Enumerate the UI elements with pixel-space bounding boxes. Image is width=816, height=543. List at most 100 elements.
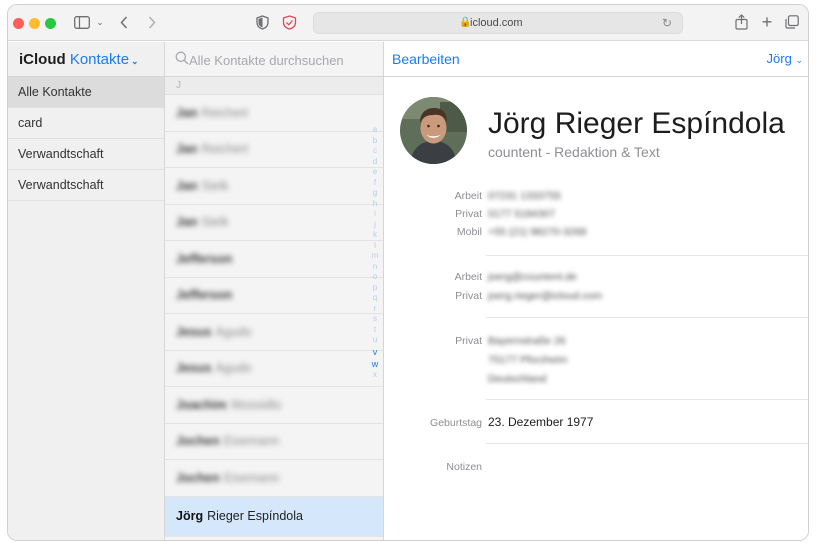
minimize-window-button[interactable] (29, 18, 40, 29)
phone-label-private: Privat (455, 208, 482, 220)
phone-label-work: Arbeit (454, 190, 482, 202)
contact-list: J Jan Reichert Jan Reichert Jan Sielk Jan Si… (165, 77, 384, 540)
index-letter-d[interactable]: d (373, 157, 377, 168)
sidebar-toggle-icon[interactable] (70, 12, 94, 32)
chevron-down-icon: ⌄ (795, 55, 803, 65)
close-window-button[interactable] (13, 18, 24, 29)
divider (486, 317, 808, 318)
back-icon[interactable] (116, 12, 132, 32)
index-letter-i[interactable]: i (374, 209, 376, 220)
address-line[interactable]: Bayernstraße 26 (488, 335, 566, 347)
index-letter-l[interactable]: l (374, 241, 376, 252)
birthday-value: 23. Dezember 1977 (488, 415, 594, 429)
group-item-card[interactable]: card (8, 108, 164, 139)
index-letter-w[interactable]: w (372, 358, 379, 370)
contact-row[interactable]: Jochen Eisemann (165, 424, 383, 460)
contact-row[interactable]: Jan Sielk (165, 205, 383, 241)
phone-value-mobile[interactable]: +55 (21) 98270-3268 (488, 226, 586, 238)
contact-last-name: Agudo (215, 361, 252, 376)
user-menu[interactable]: Jörg ⌄ (767, 51, 803, 66)
index-letter-n[interactable]: n (373, 262, 377, 273)
index-letter-q[interactable]: q (373, 293, 377, 304)
group-item-family[interactable]: Verwandtschaft (8, 139, 164, 170)
contact-row[interactable]: Jochen Eisemann (165, 460, 383, 497)
contact-row[interactable]: Jefferson (165, 278, 383, 314)
email-label-work: Arbeit (454, 271, 482, 283)
app-header-right: Bearbeiten Jörg ⌄ (384, 42, 808, 77)
browser-window: ⌄ 🔒 icloud.com ↻ + iCloud Kontakte ⌄ All… (7, 4, 809, 541)
fullscreen-window-button[interactable] (45, 18, 56, 29)
index-letter-f[interactable]: f (374, 178, 376, 189)
address-bar[interactable]: 🔒 icloud.com ↻ (313, 12, 683, 34)
index-letter-h[interactable]: h (373, 199, 377, 210)
privacy-shield-icon[interactable] (254, 12, 270, 32)
index-letter-j[interactable]: j (374, 220, 376, 231)
index-letter-g[interactable]: g (373, 188, 377, 199)
browser-toolbar: ⌄ 🔒 icloud.com ↻ + (8, 5, 808, 41)
contact-row[interactable]: Jefferson (165, 241, 383, 278)
group-item-family-2[interactable]: Verwandtschaft (8, 170, 164, 201)
contact-first-name: Jesus (176, 324, 212, 339)
phone-value-private[interactable]: 0177 5184307 (488, 208, 555, 220)
index-letter-k[interactable]: k (373, 230, 377, 241)
contact-detail: Jörg Rieger Espíndola countent - Redakti… (384, 77, 808, 540)
group-item-all-contacts[interactable]: Alle Kontakte (8, 77, 164, 108)
contact-last-name: Rieger Espíndola (207, 509, 303, 523)
new-tab-icon[interactable]: + (758, 12, 776, 32)
tabs-overview-icon[interactable] (783, 12, 801, 32)
contact-row[interactable]: Jan Reichert (165, 132, 383, 168)
index-letter-s[interactable]: s (373, 314, 377, 325)
contact-first-name: Jochen (176, 470, 220, 485)
index-letter-x[interactable]: x (373, 370, 377, 381)
index-letter-v[interactable]: v (373, 346, 378, 358)
search-input[interactable] (189, 50, 379, 70)
search-bar (165, 42, 384, 77)
contact-first-name: Jan (176, 178, 198, 193)
phone-value-work[interactable]: 07231 1333755 (488, 190, 561, 202)
contact-first-name: Joachim (176, 397, 227, 412)
contact-row-selected[interactable]: Jörg Rieger Espíndola (165, 496, 383, 537)
sidebar-menu-chevron-icon[interactable]: ⌄ (94, 12, 106, 32)
forward-icon[interactable] (144, 12, 160, 32)
notes-label: Notizen (446, 461, 482, 473)
alphabet-index: abcdefghijklmnopqrstuvwx (367, 125, 383, 540)
security-report-icon[interactable] (280, 12, 298, 32)
app-switcher[interactable]: iCloud Kontakte ⌄ (19, 51, 139, 68)
index-letter-e[interactable]: e (373, 167, 377, 178)
contact-first-name: Jan (176, 142, 198, 157)
contact-name: Jörg Rieger Espíndola (488, 107, 785, 140)
contact-last-name: Sielk (201, 215, 229, 230)
contact-last-name: Eisemann (223, 470, 280, 485)
index-letter-t[interactable]: t (374, 325, 376, 336)
index-letter-u[interactable]: u (373, 335, 377, 346)
email-value-private[interactable]: joerg.rieger@icloud.com (488, 290, 602, 302)
reload-icon[interactable]: ↻ (662, 16, 672, 30)
contact-first-name: Jörg (176, 509, 204, 523)
contact-first-name: Jan (176, 105, 198, 120)
contact-row[interactable]: Joachim Wossidlo (165, 387, 383, 424)
email-value-work[interactable]: joerg@countent.de (488, 271, 577, 283)
contact-last-name: Reichert (201, 142, 249, 157)
section-header: J (165, 77, 383, 95)
index-letter-b[interactable]: b (373, 136, 377, 147)
index-letter-r[interactable]: r (374, 304, 377, 315)
contact-last-name: Agudo (215, 324, 252, 339)
contact-company: countent - Redaktion & Text (488, 144, 660, 160)
contact-row[interactable]: Jesus Agudo (165, 314, 383, 351)
index-letter-o[interactable]: o (373, 272, 377, 283)
index-letter-c[interactable]: c (373, 146, 377, 157)
address-line[interactable]: Deutschland (488, 373, 546, 385)
app-header-left: iCloud Kontakte ⌄ (8, 42, 165, 77)
contact-row[interactable]: Jan Reichert (165, 95, 383, 132)
avatar (400, 97, 467, 164)
address-line[interactable]: 75177 Pforzheim (488, 354, 567, 366)
contact-row[interactable]: Jesus Agudo (165, 351, 383, 387)
groups-sidebar: Alle Kontakte card Verwandtschaft Verwan… (8, 77, 165, 540)
index-letter-p[interactable]: p (373, 283, 377, 294)
index-letter-m[interactable]: m (372, 251, 379, 262)
chevron-down-icon: ⌄ (131, 56, 139, 66)
index-letter-a[interactable]: a (373, 125, 377, 136)
edit-button[interactable]: Bearbeiten (392, 51, 460, 67)
share-icon[interactable] (732, 12, 750, 32)
contact-row[interactable]: Jan Sielk (165, 168, 383, 205)
